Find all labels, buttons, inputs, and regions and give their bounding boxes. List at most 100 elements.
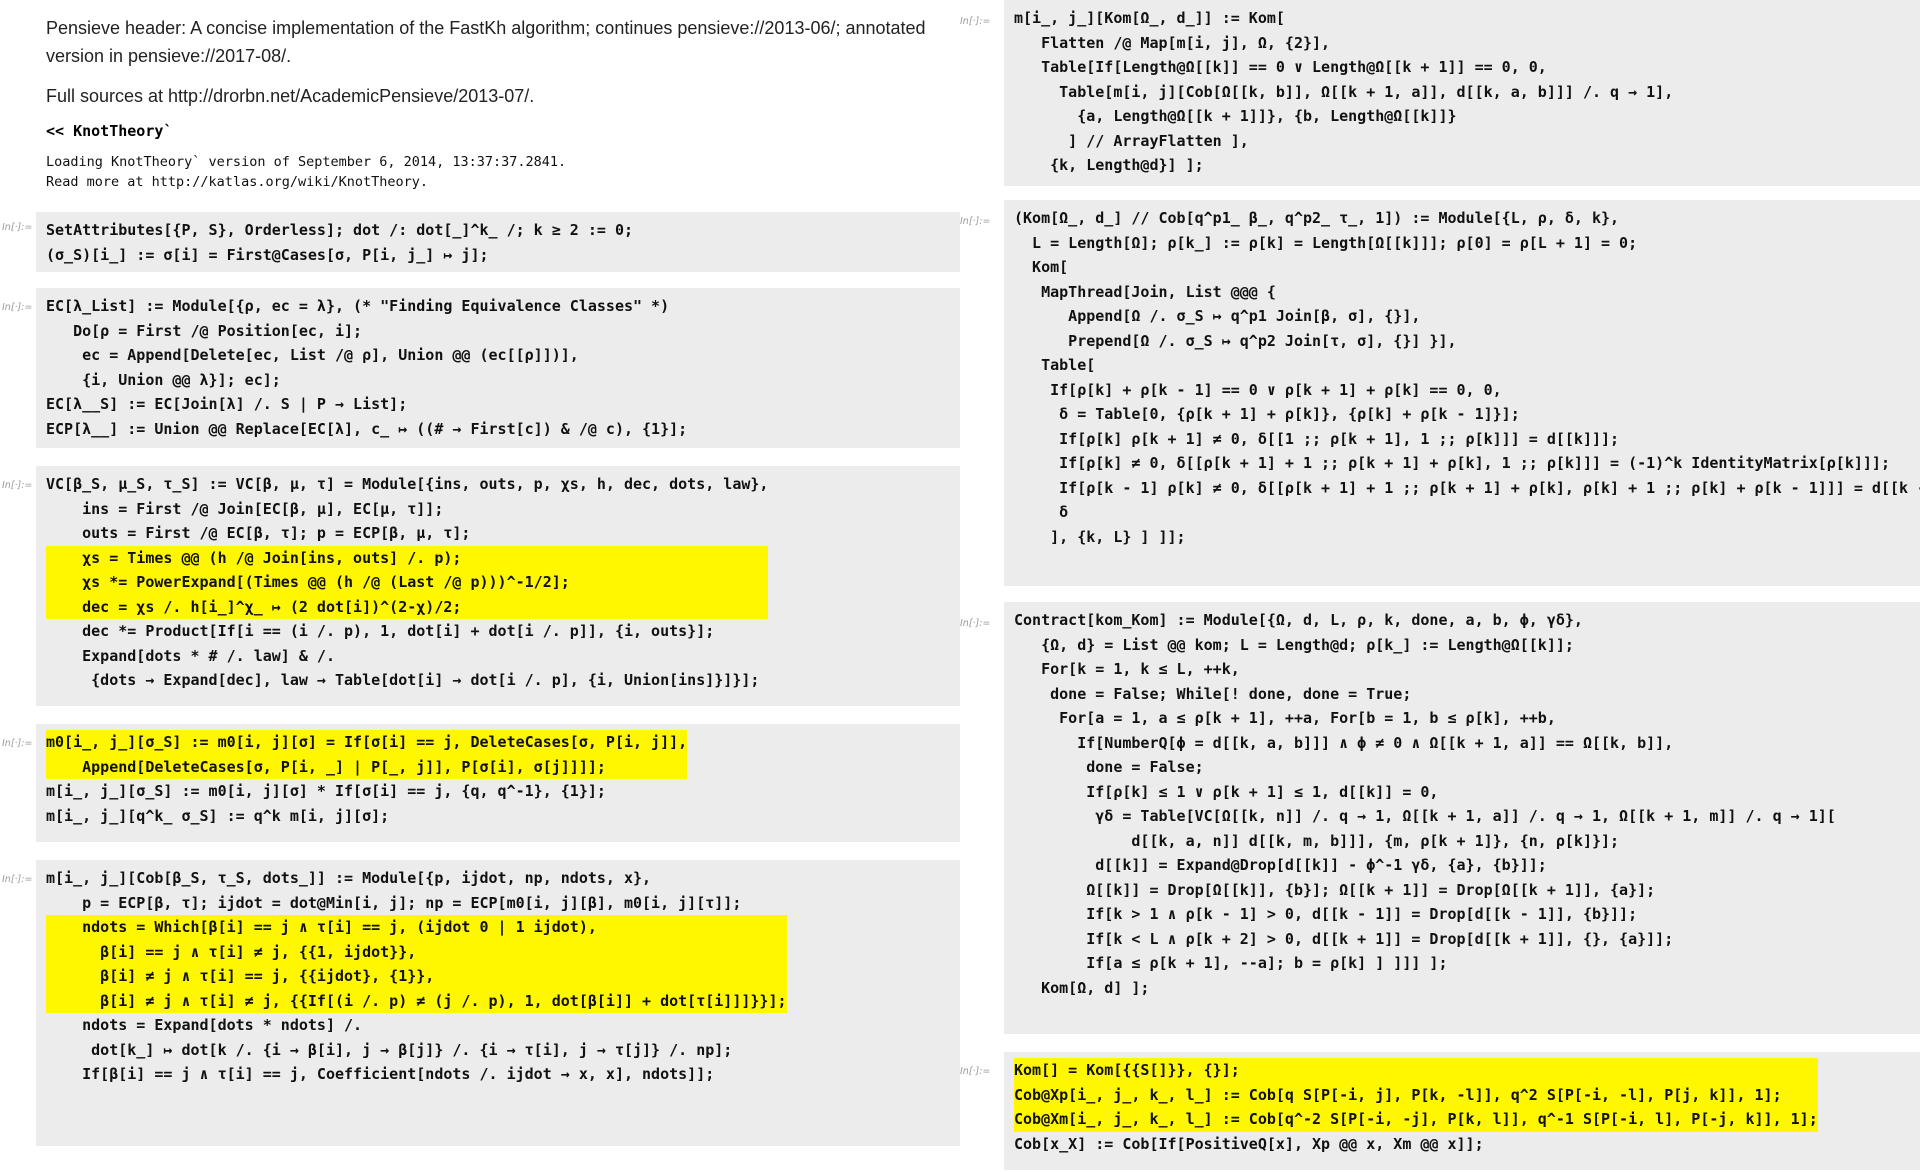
code-line: γδ = Table[VC[Ω[[k, n]] /. q → 1, Ω[[k +… (1014, 807, 1836, 825)
code-line: β[i] == j ∧ τ[i] ≠ j, {{1, ijdot}}, (46, 939, 787, 964)
code-line: χs = Times @@ (h /@ Join[ins, outs] /. p… (46, 545, 769, 570)
code-line: EC[λ_List] := Module[{ρ, ec = λ}, (* "Fi… (46, 297, 670, 315)
code-line: Prepend[Ω /. σ_S ↦ q^p2 Join[τ, σ], {}] … (1014, 331, 1457, 350)
code-line: {Ω, d} = List @@ kom; L = Length@d; ρ[k_… (1014, 635, 1574, 654)
load-output-line-1: Loading KnotTheory` version of September… (46, 154, 567, 170)
code-cell-kom-cob-defs[interactable]: Kom[] = Kom[{{S[]}}, {}]; Cob@Xp[i_, j_, … (1004, 1052, 1920, 1170)
code-line: p = ECP[β, τ]; ijdot = dot@Min[i, j]; np… (46, 893, 742, 912)
code-cell-vc[interactable]: VC[β_S, μ_S, τ_S] := VC[β, μ, τ] = Modul… (36, 466, 960, 706)
code-line: Cob@Xp[i_, j_, k_, l_] := Cob[q S[P[-i, … (1014, 1082, 1818, 1107)
cell-lines: Contract[kom_Kom] := Module[{Ω, d, L, ρ,… (1014, 608, 1836, 1000)
code-line: VC[β_S, μ_S, τ_S] := VC[β, μ, τ] = Modul… (46, 475, 769, 493)
code-line: β[i] ≠ j ∧ τ[i] == j, {{ijdot}, {1}}, (46, 964, 787, 989)
cell-lines: m[i_, j_][Cob[β_S, τ_S, dots_]] := Modul… (46, 866, 787, 1087)
code-line: Do[ρ = First /@ Position[ec, i]; (46, 321, 363, 340)
code-line: m[i_, j_][q^k_ σ_S] := q^k m[i, j][σ]; (46, 806, 390, 825)
input-label: In[·]:= (2, 874, 33, 885)
code-line: Append[DeleteCases[σ, P[i, _] | P[_, j]]… (46, 754, 688, 779)
cell-lines: VC[β_S, μ_S, τ_S] := VC[β, μ, τ] = Modul… (46, 472, 769, 693)
code-line: outs = First /@ EC[β, τ]; p = ECP[β, μ, … (46, 524, 471, 542)
input-label: In[·]:= (2, 222, 33, 233)
code-line: ndots = Which[β[i] == j ∧ τ[i] == j, (ij… (46, 915, 787, 940)
code-cell-kom-cob[interactable]: (Kom[Ω_, d_] // Cob[q^p1_ β_, q^p2_ τ_, … (1004, 200, 1920, 586)
cell-lines: SetAttributes[{P, S}, Orderless]; dot /:… (46, 218, 633, 267)
code-cell-setattributes[interactable]: SetAttributes[{P, S}, Orderless]; dot /:… (36, 212, 960, 272)
code-line: SetAttributes[{P, S}, Orderless]; dot /:… (46, 221, 633, 239)
code-line: Table[ (1014, 356, 1096, 374)
code-line: If[ρ[k - 1] ρ[k] ≠ 0, δ[[ρ[k + 1] + 1 ;;… (1014, 478, 1920, 497)
code-line: d[[k, a, n]] d[[k, m, b]]], {m, ρ[k + 1]… (1014, 831, 1620, 850)
code-line: L = Length[Ω]; ρ[k_] := ρ[k] = Length[Ω[… (1014, 233, 1638, 252)
code-line: d[[k]] = Expand@Drop[d[[k]] - ϕ^-1 γδ, {… (1014, 856, 1547, 874)
code-line: done = False; (1014, 758, 1204, 776)
code-line: If[ρ[k] ≤ 1 ∨ ρ[k + 1] ≤ 1, d[[k]] = 0, (1014, 782, 1439, 801)
code-line: Expand[dots * # /. law] & /. (46, 646, 335, 665)
code-line: ], {k, L} ] ]]; (1014, 527, 1186, 546)
code-line: If[k > 1 ∧ ρ[k - 1] > 0, d[[k - 1]] = Dr… (1014, 905, 1638, 923)
code-line: done = False; While[! done, done = True; (1014, 684, 1412, 703)
code-line: Kom[ (1014, 258, 1069, 276)
code-line: dot[k_] ↦ dot[k /. {i → β[i], j → β[j]} … (46, 1040, 733, 1059)
code-line: Ω[[k]] = Drop[Ω[[k]], {b}]; Ω[[k + 1]] =… (1014, 880, 1656, 899)
code-line: If[a ≤ ρ[k + 1], --a]; b = ρ[k] ] ]]] ]; (1014, 954, 1448, 972)
code-line: Cob[x_X] := Cob[If[PositiveQ[x], Xp @@ x… (1014, 1134, 1484, 1153)
code-line: If[k < L ∧ ρ[k + 2] > 0, d[[k + 1]] = Dr… (1014, 929, 1674, 948)
pensieve-header: Pensieve header: A concise implementatio… (46, 14, 946, 70)
code-line: m[i_, j_][Cob[β_S, τ_S, dots_]] := Modul… (46, 869, 652, 887)
code-cell-m-kom[interactable]: m[i_, j_][Kom[Ω_, d_]] := Kom[ Flatten /… (1004, 0, 1920, 186)
code-line: ins = First /@ Join[EC[β, μ], EC[μ, τ]]; (46, 499, 444, 518)
header-line-2: version in pensieve://2017-08/. (46, 46, 292, 66)
code-line: Append[Ω /. σ_S ↦ q^p1 Join[β, σ], {}], (1014, 307, 1421, 325)
code-line: δ = Table[0, {ρ[k + 1] + ρ[k]}, {ρ[k] + … (1014, 405, 1520, 423)
code-line: m[i_, j_][σ_S] := m0[i, j][σ] * If[σ[i] … (46, 782, 606, 800)
code-line: δ (1014, 503, 1069, 521)
input-label: In[·]:= (2, 480, 33, 491)
input-label: In[·]:= (960, 216, 991, 227)
code-line: {k, Length@d}] ]; (1014, 156, 1204, 174)
code-line: m[i_, j_][Kom[Ω_, d_]] := Kom[ (1014, 9, 1285, 27)
code-line: Table[m[i, j][Cob[Ω[[k, b]], Ω[[k + 1, a… (1014, 82, 1674, 101)
code-line: {dots → Expand[dec], law → Table[dot[i] … (46, 671, 760, 689)
input-label: In[·]:= (2, 302, 33, 313)
sources-line: Full sources at http://drorbn.net/Academ… (46, 86, 535, 106)
code-line: χs *= PowerExpand[(Times @@ (h /@ (Last … (46, 570, 769, 595)
code-line: (σ_S)[i_] := σ[i] = First@Cases[σ, P[i, … (46, 245, 489, 264)
code-line: If[ρ[k] ρ[k + 1] ≠ 0, δ[[1 ;; ρ[k + 1], … (1014, 429, 1620, 448)
load-command[interactable]: << KnotTheory` (46, 122, 172, 140)
load-output: Loading KnotTheory` version of September… (46, 152, 566, 192)
code-cell-contract[interactable]: Contract[kom_Kom] := Module[{Ω, d, L, ρ,… (1004, 602, 1920, 1034)
code-cell-m-cob[interactable]: m[i_, j_][Cob[β_S, τ_S, dots_]] := Modul… (36, 860, 960, 1146)
input-label: In[·]:= (2, 738, 33, 749)
cell-lines: m0[i_, j_][σ_S] := m0[i, j][σ] = If[σ[i]… (46, 730, 688, 828)
code-line: ECP[λ__] := Union @@ Replace[EC[λ], c_ ↦… (46, 419, 688, 438)
code-line: dec = χs /. h[i_]^χ_ ↦ (2 dot[i])^(2-χ)/… (46, 594, 769, 619)
cell-lines: EC[λ_List] := Module[{ρ, ec = λ}, (* "Fi… (46, 294, 687, 441)
code-line: For[k = 1, k ≤ L, ++k, (1014, 660, 1240, 678)
code-line: Table[If[Length@Ω[[k]] == 0 ∨ Length@Ω[[… (1014, 58, 1547, 76)
header-line-1: Pensieve header: A concise implementatio… (46, 18, 926, 38)
code-line: β[i] ≠ j ∧ τ[i] ≠ j, {{If[(i /. p) ≠ (j … (46, 988, 787, 1013)
code-line: Contract[kom_Kom] := Module[{Ω, d, L, ρ,… (1014, 611, 1583, 629)
code-line: If[ρ[k] + ρ[k - 1] == 0 ∨ ρ[k + 1] + ρ[k… (1014, 380, 1502, 399)
code-line: dec *= Product[If[i == (i /. p), 1, dot[… (46, 622, 715, 640)
code-line: Cob@Xm[i_, j_, k_, l_] := Cob[q^-2 S[P[-… (1014, 1107, 1818, 1132)
input-label: In[·]:= (960, 618, 991, 629)
code-line: MapThread[Join, List @@@ { (1014, 282, 1276, 301)
code-cell-ec[interactable]: EC[λ_List] := Module[{ρ, ec = λ}, (* "Fi… (36, 288, 960, 448)
code-line: If[NumberQ[ϕ = d[[k, a, b]]] ∧ ϕ ≠ 0 ∧ Ω… (1014, 733, 1674, 752)
input-label: In[·]:= (960, 1066, 991, 1077)
code-line: m0[i_, j_][σ_S] := m0[i, j][σ] = If[σ[i]… (46, 730, 688, 755)
input-label: In[·]:= (960, 16, 991, 27)
load-output-line-2: Read more at http://katlas.org/wiki/Knot… (46, 174, 429, 190)
code-line: For[a = 1, a ≤ ρ[k + 1], ++a, For[b = 1,… (1014, 709, 1556, 727)
code-line: Kom[] = Kom[{{S[]}}, {}]; (1014, 1058, 1818, 1083)
code-line: Kom[Ω, d] ]; (1014, 978, 1150, 997)
cell-lines: Kom[] = Kom[{{S[]}}, {}]; Cob@Xp[i_, j_, … (1014, 1058, 1818, 1156)
code-line: ndots = Expand[dots * ndots] /. (46, 1016, 363, 1034)
code-line: If[β[i] == j ∧ τ[i] == j, Coefficient[nd… (46, 1065, 715, 1083)
code-line: EC[λ__S] := EC[Join[λ] /. S | P → List]; (46, 395, 408, 413)
code-cell-m0[interactable]: m0[i_, j_][σ_S] := m0[i, j][σ] = If[σ[i]… (36, 724, 960, 842)
cell-lines: (Kom[Ω_, d_] // Cob[q^p1_ β_, q^p2_ τ_, … (1014, 206, 1920, 549)
code-line: {a, Length@Ω[[k + 1]]}, {b, Length@Ω[[k]… (1014, 107, 1457, 125)
code-line: If[ρ[k] ≠ 0, δ[[ρ[k + 1] + 1 ;; ρ[k + 1]… (1014, 454, 1890, 472)
